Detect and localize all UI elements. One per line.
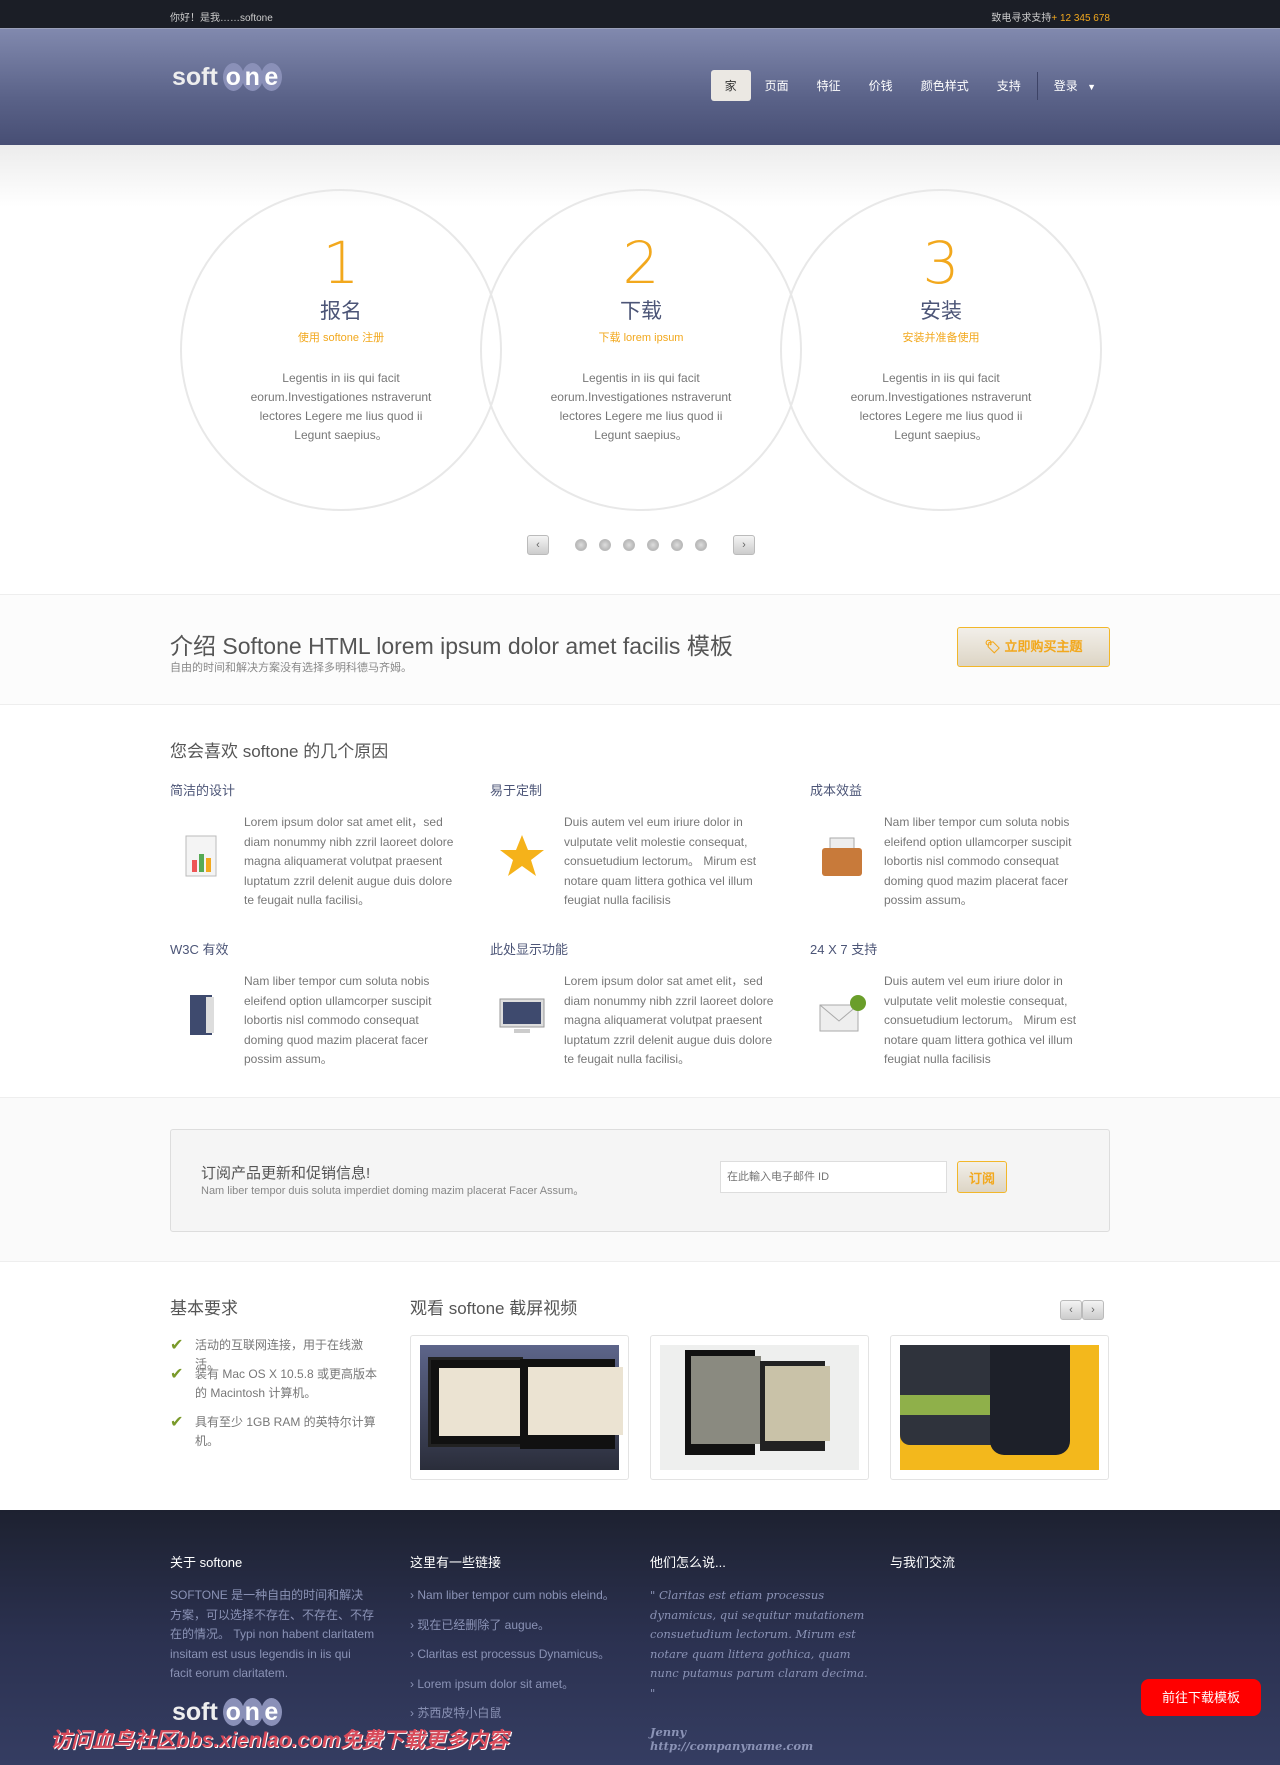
feature-item: 简洁的设计 Lorem ipsum dolor sat amet elit，se… [170,783,454,907]
feature-item: 24 X 7 支持 Duis autem vel eum iriure dolo… [810,942,1077,1066]
support-phone: 致电寻求支持+ 12 345 678 [991,13,1110,24]
nav-home[interactable]: 家 [710,70,751,101]
footer-link[interactable]: › 苏西皮特小白鼠 [410,1704,630,1724]
step-circle: 2 下载 下载 lorem ipsum Legentis in iis qui … [480,189,802,511]
nav-pricing[interactable]: 价钱 [855,71,907,100]
mail-check-icon [819,995,866,1032]
main-nav: 家 页面 特征 价钱 颜色样式 支持 登录 ▼ [710,70,1110,101]
about-text: SOFTONE 是一种自由的时间和解决方案，可以选择不存在、不存在、不存在的情况… [170,1588,375,1680]
check-icon: ✔ [170,1337,184,1354]
header: soft one 家 页面 特征 价钱 颜色样式 支持 登录 ▼ [0,28,1280,145]
feature-item: 易于定制 Duis autem vel eum iriure dolor in … [490,783,757,907]
step-circle: 3 安装 安装并准备使用 Legentis in iis qui facit e… [780,189,1102,511]
intro-title: 介绍 Softone HTML lorem ipsum dolor amet f… [170,633,733,659]
footer-link[interactable]: › Nam liber tempor cum nobis eleind。 [410,1586,630,1606]
nav-color-styles[interactable]: 颜色样式 [907,71,983,100]
book-icon [190,995,214,1035]
pager-dot[interactable] [623,539,635,551]
briefcase-icon [822,837,862,876]
intro-band: 介绍 Softone HTML lorem ipsum dolor amet f… [0,594,1280,705]
step-circle: 1 报名 使用 softone 注册 Legentis in iis qui f… [180,189,502,511]
feature-item: 成本效益 Nam liber tempor cum soluta nobis e… [810,783,1072,907]
footer-logo: soft one [172,1698,282,1727]
video-thumbnail[interactable] [890,1335,1109,1480]
subscribe-section: 订阅产品更新和促销信息! Nam liber tempor duis solut… [0,1097,1280,1262]
pager-dot[interactable] [671,539,683,551]
nav-divider [1036,71,1038,100]
subscribe-button[interactable]: 订阅 [957,1161,1007,1193]
pager-dot[interactable] [575,539,587,551]
email-input[interactable] [720,1161,947,1193]
star-icon [500,835,544,876]
prev-video-button[interactable]: ‹ [1060,1300,1082,1320]
pager-dot[interactable] [695,539,707,551]
requirements-title: 基本要求 [170,1299,238,1318]
tag-icon: 🏷 [984,639,1005,654]
prev-slide-button[interactable]: ‹ [527,535,549,555]
buy-theme-button[interactable]: 🏷 立即购买主题 [957,627,1110,667]
requirement-item: ✔ 具有至少 1GB RAM 的英特尔计算机。 [170,1414,376,1448]
logo[interactable]: soft one [172,63,282,92]
footer-link[interactable]: › 现在已经删除了 augue。 [410,1616,630,1636]
check-icon: ✔ [170,1366,184,1383]
pager-dot[interactable] [599,539,611,551]
nav-features[interactable]: 特征 [803,71,855,100]
greeting: 你好！是我……softone [170,13,273,24]
feature-item: W3C 有效 Nam liber tempor cum soluta nobis… [170,942,432,1066]
testimonial: " Claritas est etiam processus dynamicus… [650,1588,868,1753]
watermark: 访问血鸟社区bbs.xienlao.com免费下载更多内容 [50,1729,509,1752]
check-icon: ✔ [170,1414,184,1431]
video-carousel-controls: ‹ › [1060,1300,1104,1320]
document-chart-icon [185,835,217,877]
footer-links: › Nam liber tempor cum nobis eleind。 › 现… [410,1586,630,1734]
feature-item: 此处显示功能 Lorem ipsum dolor sat amet elit，s… [490,942,774,1066]
nav-support[interactable]: 支持 [983,71,1035,100]
video-thumbnail[interactable] [650,1335,869,1480]
next-video-button[interactable]: › [1082,1300,1104,1320]
monitor-icon [499,998,545,1033]
top-bar: 你好！是我……softone 致电寻求支持+ 12 345 678 [0,0,1280,28]
next-slide-button[interactable]: › [733,535,755,555]
nav-login[interactable]: 登录 ▼ [1040,71,1110,100]
video-thumbnail[interactable] [410,1335,629,1480]
pager-dot[interactable] [647,539,659,551]
videos-title: 观看 softone 截屏视频 [410,1299,578,1318]
footer-link[interactable]: › Lorem ipsum dolor sit amet。 [410,1675,630,1695]
slider-pager: ‹ › [527,535,755,555]
download-template-button[interactable]: 前往下载模板 [1141,1679,1261,1716]
reasons-title: 您会喜欢 softone 的几个原因 [170,742,389,761]
requirement-item: ✔ 装有 Mac OS X 10.5.8 或更高版本的 Macintosh 计算机… [170,1366,378,1400]
intro-subtitle: 自由的时间和解决方案没有选择多明科德马齐姆。 [170,662,412,674]
footer-link[interactable]: › Claritas est processus Dynamicus。 [410,1645,630,1665]
nav-pages[interactable]: 页面 [751,71,803,100]
subscribe-box: 订阅产品更新和促销信息! Nam liber tempor duis solut… [170,1129,1110,1232]
caret-down-icon: ▼ [1087,82,1096,92]
